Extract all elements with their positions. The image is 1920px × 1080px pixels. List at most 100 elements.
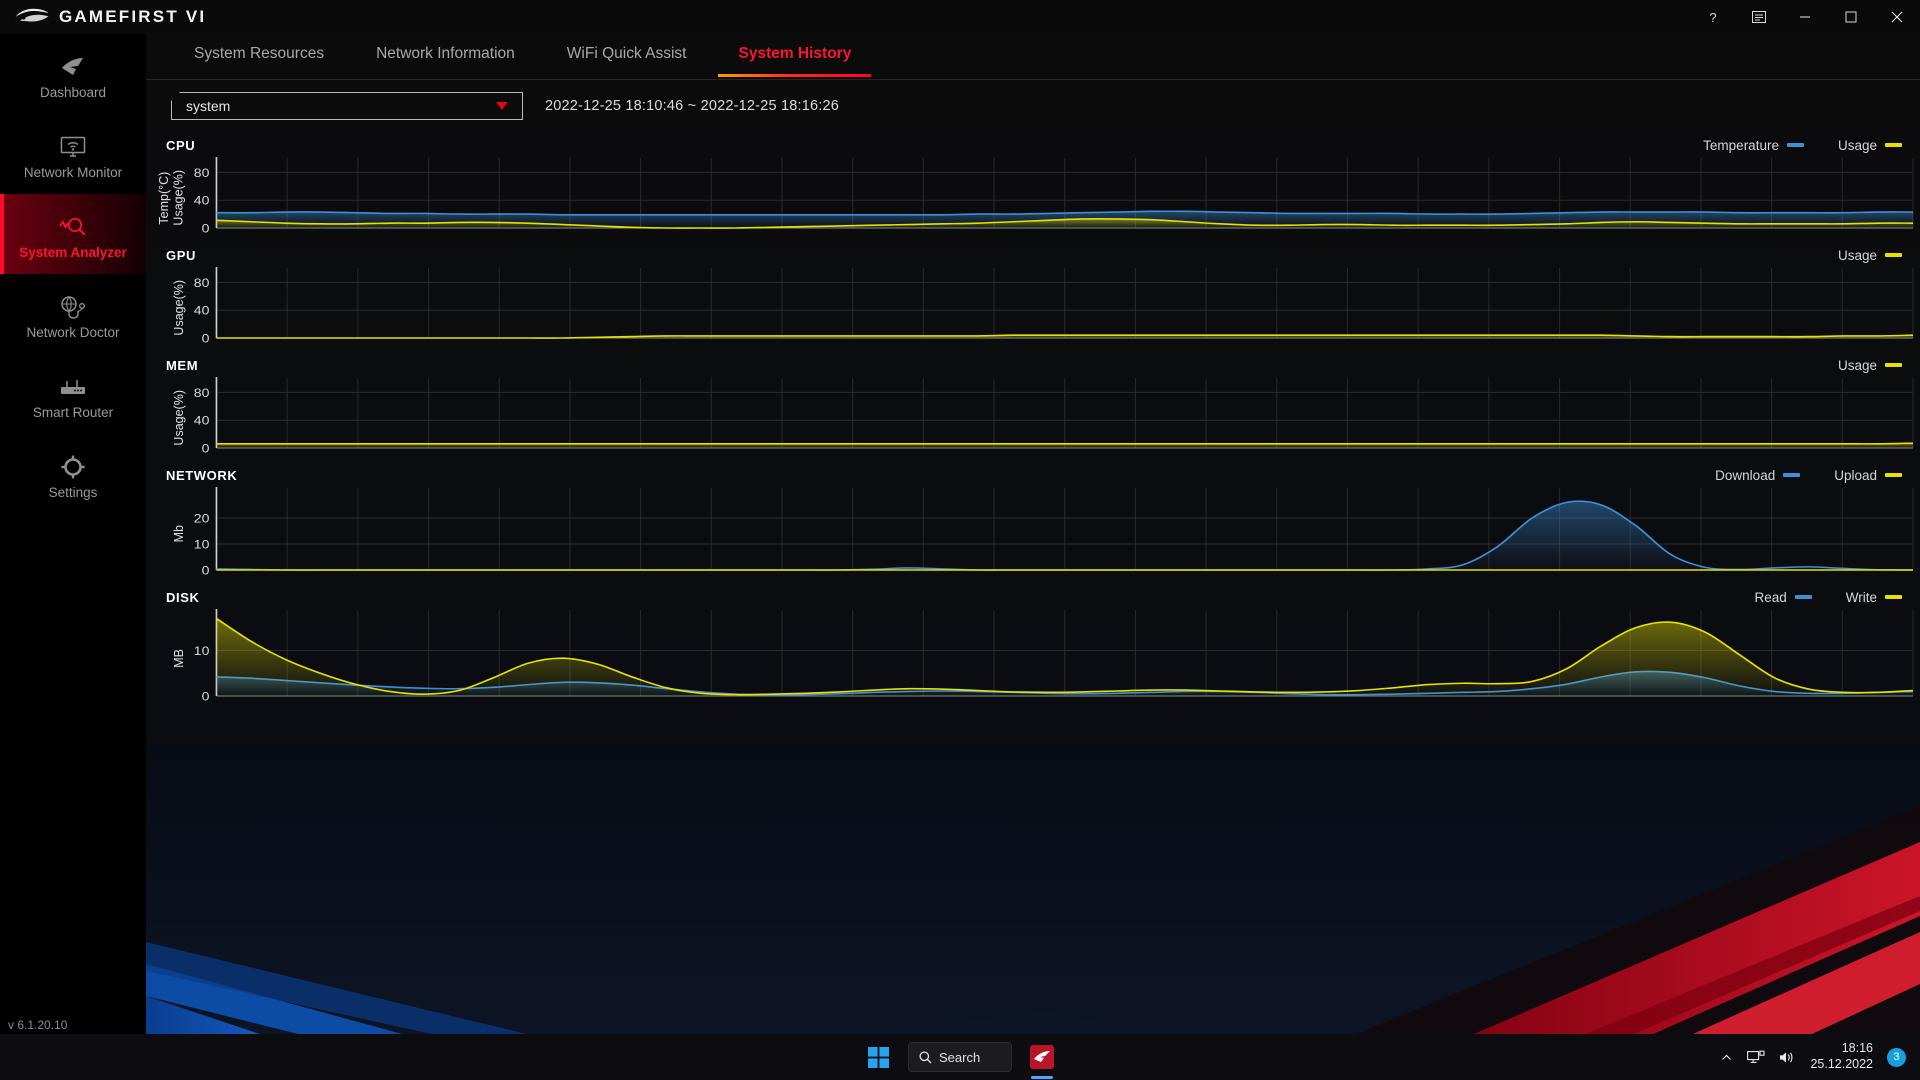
network-icon[interactable] xyxy=(1747,1050,1765,1065)
sidebar-item-network-monitor[interactable]: Network Monitor xyxy=(0,114,146,194)
chart-gpu: GPU Usage Usage(%) 0 40 80 xyxy=(146,244,1920,350)
chart-title: MEM xyxy=(166,357,199,373)
legend-swatch xyxy=(1885,143,1902,147)
legend-item: Usage xyxy=(1838,248,1902,263)
legend-swatch xyxy=(1794,595,1812,599)
chart-cpu: CPU Temperature Usage Temp(°C) Usage(%) 0 40 80 xyxy=(146,134,1920,240)
taskbar-clock[interactable]: 18:16 25.12.2022 xyxy=(1810,1041,1873,1072)
legend-swatch xyxy=(1885,473,1902,477)
taskbar-search[interactable]: Search xyxy=(908,1042,1012,1072)
chart-svg: 0 40 80 xyxy=(194,157,1914,235)
y-axis-title-text: Usage(%) xyxy=(171,280,186,336)
chevron-up-icon[interactable] xyxy=(1720,1051,1733,1064)
sidebar-item-label: Dashboard xyxy=(39,84,107,100)
y-axis-title: Temp(°C) Usage(%) xyxy=(146,156,186,240)
chart-mem: MEM Usage Usage(%) 0 40 80 xyxy=(146,354,1920,460)
notification-badge[interactable]: 3 xyxy=(1887,1047,1906,1067)
search-icon xyxy=(919,1050,932,1063)
y-axis-tick-label: 0 xyxy=(202,331,210,345)
time-range-label: 2022-12-25 18:10:46 ~ 2022-12-25 18:16:2… xyxy=(545,98,840,114)
legend-label: Temperature xyxy=(1703,137,1779,153)
windows-start-icon xyxy=(867,1046,889,1068)
tab-system-resources[interactable]: System Resources xyxy=(168,34,350,74)
chart-legend: Read Write xyxy=(1754,590,1902,605)
toolbar: system 2022-12-25 18:10:46 ~ 2022-12-25 … xyxy=(146,92,1920,120)
profile-select[interactable]: system xyxy=(171,92,523,120)
sidebar-item-network-doctor[interactable]: Network Doctor xyxy=(0,274,146,354)
profile-select-value: system xyxy=(186,98,231,114)
windows-taskbar: Search 18:16 25.12.2022 3 xyxy=(0,1034,1920,1080)
legend-label: Read xyxy=(1754,589,1787,605)
sidebar-item-label: Network Doctor xyxy=(26,324,120,340)
taskbar-time: 18:16 xyxy=(1841,1041,1873,1056)
stethoscope-globe-icon xyxy=(58,289,88,319)
y-axis-tick-label: 0 xyxy=(202,563,210,577)
chart-plot-row: MB 0 10 xyxy=(146,608,1920,708)
y-axis-tick-label: 40 xyxy=(194,304,210,318)
sidebar-item-label: System Analyzer xyxy=(19,244,127,260)
maximize-button[interactable] xyxy=(1828,0,1874,34)
y-axis-tick-label: 20 xyxy=(194,511,210,525)
legend-item: Usage xyxy=(1838,138,1902,153)
taskbar-tray: 18:16 25.12.2022 3 xyxy=(1720,1041,1920,1072)
chart-plot-row: Usage(%) 0 40 80 xyxy=(146,266,1920,350)
minimize-button[interactable] xyxy=(1782,0,1828,34)
sidebar-item-label: Smart Router xyxy=(32,404,114,420)
legend-item: Usage xyxy=(1838,358,1902,373)
taskbar-app-gamefirst[interactable] xyxy=(1022,1039,1062,1079)
chart-disk: DISK Read Write MB 0 10 xyxy=(146,586,1920,708)
legend-label: Download xyxy=(1715,467,1776,483)
chart-network: NETWORK Download Upload Mb 0 10 20 xyxy=(146,464,1920,582)
chart-title: NETWORK xyxy=(166,467,238,483)
legend-swatch xyxy=(1885,253,1902,257)
start-button[interactable] xyxy=(858,1039,898,1075)
close-button[interactable] xyxy=(1874,0,1920,34)
chart-plot: 0 10 20 xyxy=(186,486,1920,582)
legend-item: Read xyxy=(1754,589,1812,605)
legend-swatch xyxy=(1885,363,1902,367)
chevron-down-icon xyxy=(496,102,508,110)
y-axis-tick-label: 80 xyxy=(194,276,210,290)
chart-legend: Download Upload xyxy=(1715,468,1902,483)
y-axis-tick-label: 80 xyxy=(194,386,210,400)
legend-label: Usage xyxy=(1837,247,1877,263)
chart-legend: Usage xyxy=(1838,358,1902,373)
chart-plot-row: Temp(°C) Usage(%) 0 40 80 xyxy=(146,156,1920,240)
chart-plot: 0 40 80 xyxy=(186,156,1920,240)
help-button[interactable]: ? xyxy=(1690,0,1736,34)
chart-plot-row: Usage(%) 0 40 80 xyxy=(146,376,1920,460)
main-content: System Resources Network Information WiF… xyxy=(146,34,1920,1046)
legend-label: Usage xyxy=(1837,357,1877,373)
y-axis-tick-label: 0 xyxy=(202,689,210,703)
taskbar-search-label: Search xyxy=(939,1049,981,1065)
dashboard-icon xyxy=(59,49,87,79)
chart-plot-row: Mb 0 10 20 xyxy=(146,486,1920,582)
volume-icon[interactable] xyxy=(1779,1050,1796,1065)
tab-network-information[interactable]: Network Information xyxy=(350,34,541,74)
gear-icon xyxy=(59,449,87,479)
tab-label: WiFi Quick Assist xyxy=(566,45,687,62)
gamefirst-taskbar-icon xyxy=(1030,1045,1054,1069)
router-icon xyxy=(58,369,88,399)
sidebar-item-dashboard[interactable]: Dashboard xyxy=(0,34,146,114)
app-title: GAMEFIRST VI xyxy=(59,7,207,26)
legend-swatch xyxy=(1786,143,1804,147)
sidebar-item-smart-router[interactable]: Smart Router xyxy=(0,354,146,434)
chart-svg: 0 10 xyxy=(194,609,1914,703)
chart-header: CPU Temperature Usage xyxy=(146,134,1920,156)
sidebar: Dashboard Network Monitor System Analyze… xyxy=(0,34,146,1046)
note-icon xyxy=(1752,11,1766,23)
y-axis-tick-label: 10 xyxy=(194,644,210,658)
sidebar-item-settings[interactable]: Settings xyxy=(0,434,146,514)
question-mark-icon: ? xyxy=(1709,9,1717,25)
sidebar-item-system-analyzer[interactable]: System Analyzer xyxy=(0,194,146,274)
tab-system-history[interactable]: System History xyxy=(712,34,877,77)
chart-svg: 0 40 80 xyxy=(194,377,1914,455)
legend-item: Temperature xyxy=(1703,138,1804,153)
tab-wifi-quick-assist[interactable]: WiFi Quick Assist xyxy=(541,34,713,74)
notes-button[interactable] xyxy=(1736,0,1782,34)
monitor-wifi-icon xyxy=(59,129,87,159)
y-axis-title: Usage(%) xyxy=(146,376,186,460)
chart-title: CPU xyxy=(166,137,196,153)
legend-item: Download xyxy=(1715,467,1801,483)
